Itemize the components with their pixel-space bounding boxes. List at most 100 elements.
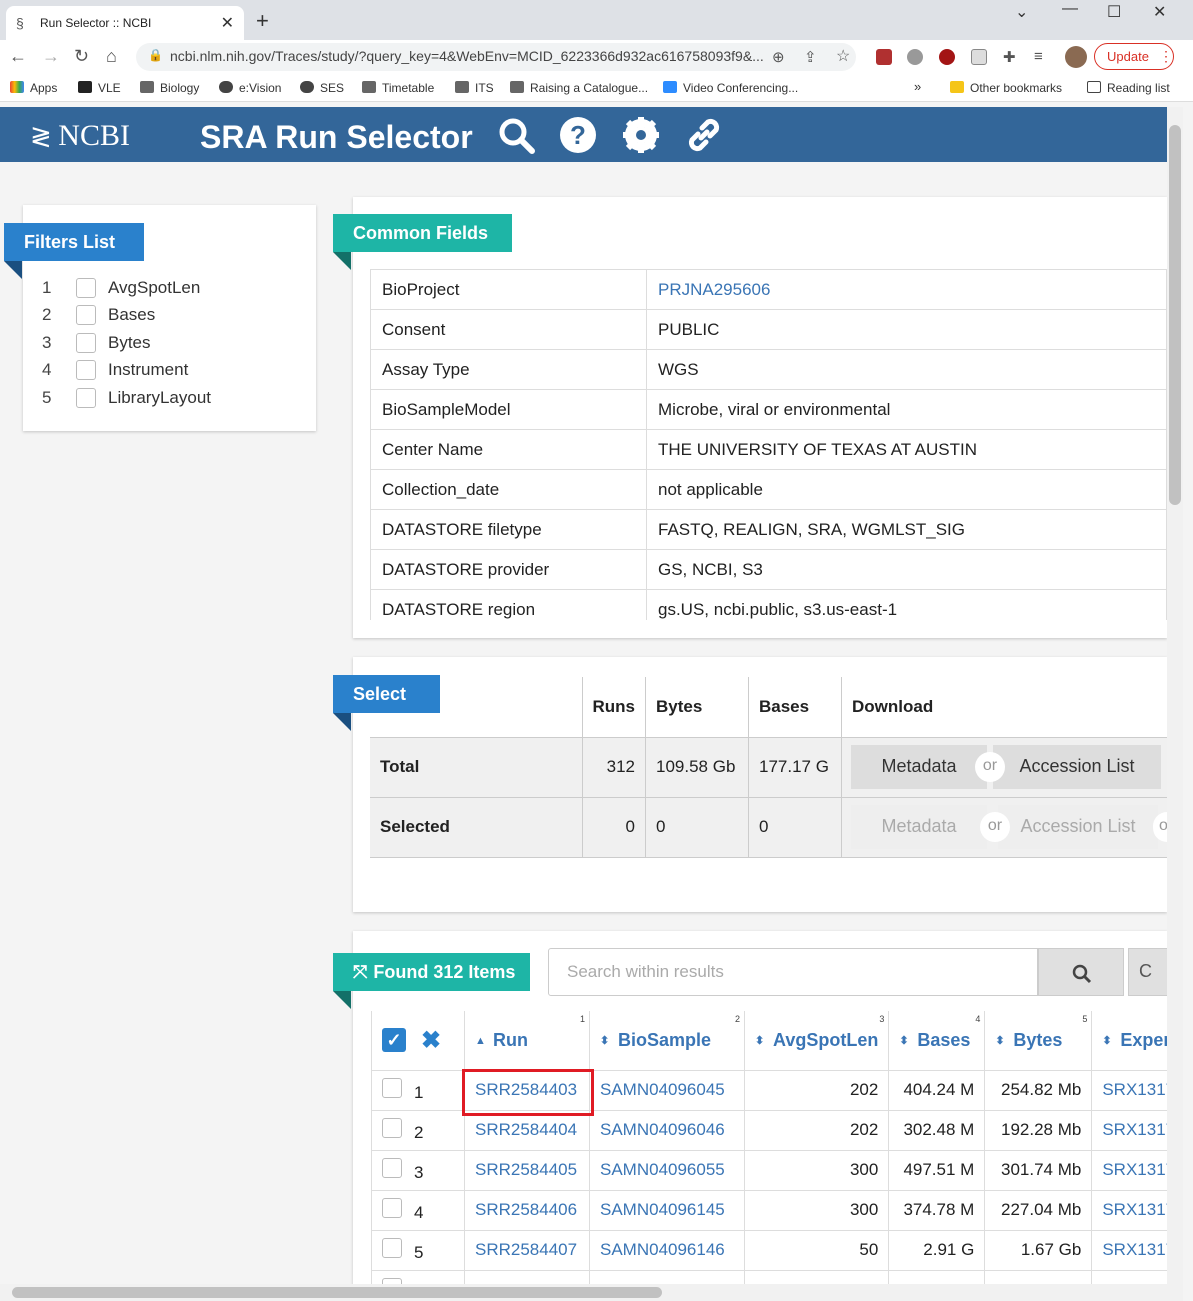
media-icon[interactable]: ≡ [1034,48,1043,65]
common-fields-scroll[interactable]: BioProject PRJNA295606 Consent PUBLIC Assa… [370,269,1167,620]
experiment-link[interactable]: SRX1317 [1102,1120,1167,1139]
bookmark-vle[interactable]: VLE [78,81,121,95]
filter-checkbox[interactable] [76,305,96,325]
results-search-button[interactable] [1038,948,1124,996]
bioproject-link[interactable]: PRJNA295606 [658,280,770,299]
filter-checkbox[interactable] [76,333,96,353]
experiment-link[interactable]: SRX1317 [1102,1240,1167,1259]
update-button[interactable]: Update ⋮ [1094,43,1174,70]
header-experiment[interactable]: ⬍ Exper [1091,1011,1167,1071]
avgspotlen-value: 300 [744,1150,890,1191]
gear-icon[interactable] [621,115,661,155]
profile-avatar[interactable] [1065,46,1087,68]
run-link[interactable]: SRR2584405 [475,1160,577,1179]
total-metadata-button[interactable]: Metadata [851,745,987,789]
filter-item[interactable]: 3 Bytes [42,333,151,353]
selected-accession-list-button[interactable]: Accession List [998,805,1158,849]
col-bytes: Bytes [645,677,749,738]
other-bookmarks[interactable]: Other bookmarks [950,81,1062,95]
bookmark-label: Biology [160,81,200,95]
horizontal-scroll-thumb[interactable] [12,1287,662,1298]
back-icon[interactable]: ← [9,46,27,67]
url-bar[interactable]: 🔒 ncbi.nlm.nih.gov/Traces/study/?query_k… [136,43,856,71]
tab-title: Run Selector :: NCBI [40,16,152,30]
row-checkbox[interactable] [382,1197,402,1218]
total-runs: 312 [581,737,646,798]
bookmarks-overflow[interactable]: » [914,79,921,94]
header-index: 1 [579,1014,585,1024]
maximize-icon[interactable]: ☐ [1107,2,1121,22]
bookmark-evision[interactable]: e:Vision [219,81,281,95]
filter-checkbox[interactable] [76,360,96,380]
ncbi-logo[interactable]: ≷ NCBI [30,119,130,153]
header-avgspotlen[interactable]: ⬍ AvgSpotLen 3 [744,1011,890,1071]
table-row: 2 SRR2584404 SAMN04096046 202 302.48 M 1… [371,1110,1167,1151]
extensions-puzzle-icon[interactable]: ✚ [1003,48,1016,66]
biosample-link[interactable]: SAMN04096146 [600,1240,725,1259]
new-tab-icon[interactable]: + [256,8,269,34]
header-run[interactable]: ▲ Run 1 [464,1011,590,1071]
bookmark-timetable[interactable]: Timetable [362,81,434,95]
bookmark-apps[interactable]: Apps [10,81,57,95]
close-window-icon[interactable]: ✕ [1153,2,1166,22]
filter-checkbox[interactable] [76,388,96,408]
bookmark-its[interactable]: ITS [455,81,494,95]
filter-item[interactable]: 5 LibraryLayout [42,388,211,408]
extension-shield-icon[interactable] [876,49,892,65]
experiment-link[interactable]: SRX1317 [1102,1080,1167,1099]
run-link[interactable]: SRR2584404 [475,1120,577,1139]
columns-button[interactable]: C [1128,948,1168,996]
filter-item[interactable]: 1 AvgSpotLen [42,278,200,298]
share-icon[interactable]: ⇪ [804,48,817,66]
search-icon[interactable] [496,115,536,155]
filter-item[interactable]: 2 Bases [42,305,155,325]
run-link[interactable]: SRR2584406 [475,1200,577,1219]
selected-metadata-button[interactable]: Metadata [851,805,987,849]
experiment-link[interactable]: SRX1317 [1102,1200,1167,1219]
header-bytes[interactable]: ⬍ Bytes 5 [984,1011,1093,1071]
bookmark-ses[interactable]: SES [300,81,344,95]
filter-checkbox[interactable] [76,278,96,298]
link-icon[interactable] [684,115,724,155]
filter-label: Bytes [108,333,151,352]
clear-selection-icon[interactable]: ✖ [421,1026,441,1055]
experiment-link[interactable]: SRX1317 [1102,1160,1167,1179]
biosample-link[interactable]: SAMN04096046 [600,1120,725,1139]
results-table-wrap[interactable]: ✓ ✖ ▲ Run 1 ⬍ BioSample 2 ⬍ AvgSpotLen 3 ⬍ Base… [371,1011,1167,1284]
vertical-scroll-thumb[interactable] [1169,125,1181,505]
search-within-results-input[interactable]: Search within results [548,948,1038,996]
header-biosample[interactable]: ⬍ BioSample 2 [589,1011,745,1071]
tab-search-icon[interactable]: ⌄ [1015,2,1028,22]
row-checkbox[interactable] [382,1077,402,1098]
bookmark-raising[interactable]: Raising a Catalogue... [510,81,648,95]
help-icon[interactable]: ? [558,115,598,155]
close-tab-icon[interactable]: ✕ [221,13,234,33]
reload-icon[interactable]: ↻ [74,46,89,67]
zoom-icon[interactable]: ⊕ [772,48,785,66]
expand-icon[interactable]: ⤧ [353,962,367,982]
extension-doc-icon[interactable] [971,49,987,65]
row-checkbox[interactable] [382,1237,402,1258]
bookmark-video[interactable]: Video Conferencing... [663,81,798,95]
home-icon[interactable]: ⌂ [106,46,117,67]
biosample-link[interactable]: SAMN04096145 [600,1200,725,1219]
extension-apple-icon[interactable] [907,49,923,65]
bookmark-star-icon[interactable]: ☆ [836,46,850,66]
biosample-link[interactable]: SAMN04096055 [600,1160,725,1179]
reading-list[interactable]: Reading list [1087,81,1170,95]
total-accession-list-button[interactable]: Accession List [993,745,1161,789]
extension-u-icon[interactable] [939,49,955,65]
biosample-link[interactable]: SAMN04096045 [600,1080,725,1099]
filter-item[interactable]: 4 Instrument [42,360,188,380]
row-checkbox[interactable] [382,1157,402,1178]
field-key: BioProject [370,269,647,310]
bookmark-label: Apps [30,81,58,95]
minimize-icon[interactable]: — [1062,0,1078,18]
bookmark-biology[interactable]: Biology [140,81,199,95]
forward-icon[interactable]: → [42,46,60,67]
run-link[interactable]: SRR2584407 [475,1240,577,1259]
header-bases[interactable]: ⬍ Bases 4 [888,1011,986,1071]
browser-tab[interactable]: § Run Selector :: NCBI ✕ [6,6,244,40]
row-checkbox[interactable] [382,1117,402,1138]
select-all-checkbox-icon[interactable]: ✓ [382,1028,406,1053]
